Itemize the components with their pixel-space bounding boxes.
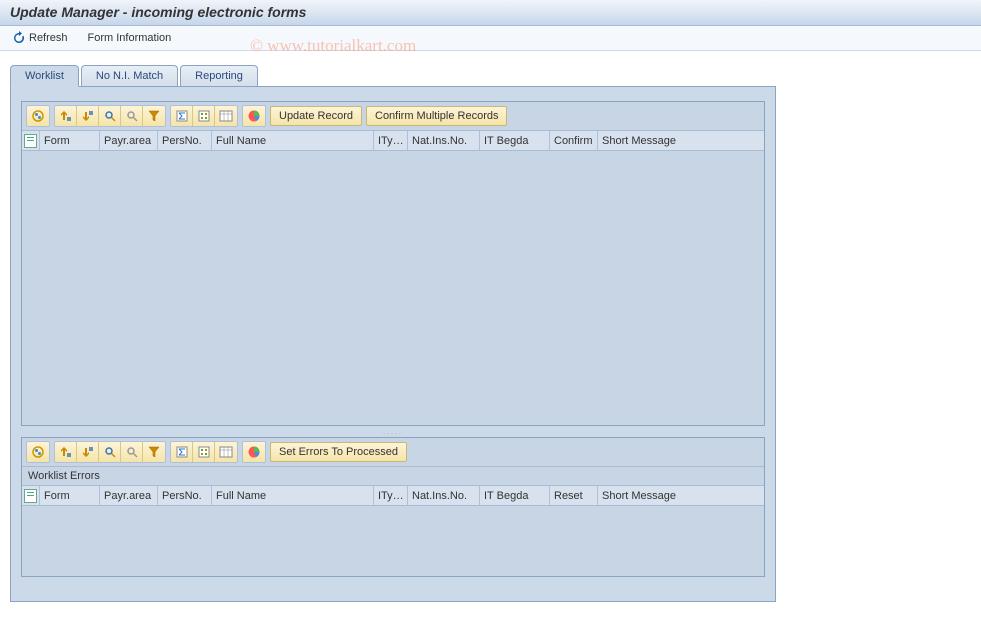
errors-header-row: Form Payr.area PersNo. Full Name ITy… Na…	[22, 486, 764, 506]
col-it-begda[interactable]: IT Begda	[480, 131, 550, 150]
form-info-label: Form Information	[88, 32, 172, 44]
col-nat-ins-no-2[interactable]: Nat.Ins.No.	[408, 486, 480, 505]
layout-icon	[219, 110, 233, 122]
layout-icon	[219, 446, 233, 458]
select-all-cell[interactable]	[22, 131, 40, 150]
subtotal-button[interactable]	[193, 106, 215, 126]
details-icon	[31, 109, 45, 123]
filter-button-2[interactable]	[143, 442, 165, 462]
worklist-grid: Update Record Confirm Multiple Records F…	[21, 101, 765, 426]
sum-icon	[176, 446, 188, 458]
col-pers-no[interactable]: PersNo.	[158, 131, 212, 150]
chart-button[interactable]	[243, 106, 265, 126]
find-next-button[interactable]	[121, 106, 143, 126]
document-icon	[24, 134, 37, 148]
col-reset[interactable]: Reset	[550, 486, 598, 505]
sort-asc-button[interactable]	[55, 106, 77, 126]
tabs: Worklist No N.I. Match Reporting	[10, 65, 971, 86]
title-bar: Update Manager - incoming electronic for…	[0, 0, 981, 26]
sort-asc-icon	[60, 110, 72, 122]
col-payr-area-2[interactable]: Payr.area	[100, 486, 158, 505]
layout-button-2[interactable]	[215, 442, 237, 462]
col-ity[interactable]: ITy…	[374, 131, 408, 150]
find-next-icon	[126, 446, 138, 458]
errors-toolbar: Set Errors To Processed	[22, 438, 764, 467]
total-button-2[interactable]	[171, 442, 193, 462]
sort-asc-icon	[60, 446, 72, 458]
col-form[interactable]: Form	[40, 131, 100, 150]
col-confirm[interactable]: Confirm	[550, 131, 598, 150]
col-full-name[interactable]: Full Name	[212, 131, 374, 150]
col-ity-2[interactable]: ITy…	[374, 486, 408, 505]
select-all-cell-2[interactable]	[22, 486, 40, 505]
chart-button-2[interactable]	[243, 442, 265, 462]
filter-icon	[148, 446, 160, 458]
subtotal-icon	[198, 110, 210, 122]
sum-icon	[176, 110, 188, 122]
refresh-label: Refresh	[29, 32, 68, 44]
menu-bar: Refresh Form Information	[0, 26, 981, 51]
find-button[interactable]	[99, 106, 121, 126]
errors-section-label: Worklist Errors	[22, 467, 764, 486]
tab-content: Update Record Confirm Multiple Records F…	[10, 86, 776, 602]
find-button-2[interactable]	[99, 442, 121, 462]
find-next-button-2[interactable]	[121, 442, 143, 462]
details-icon	[31, 445, 45, 459]
tab-worklist[interactable]: Worklist	[10, 65, 79, 87]
filter-button[interactable]	[143, 106, 165, 126]
tab-no-ni-match[interactable]: No N.I. Match	[81, 65, 178, 86]
confirm-multiple-button[interactable]: Confirm Multiple Records	[366, 106, 507, 126]
col-it-begda-2[interactable]: IT Begda	[480, 486, 550, 505]
update-record-button[interactable]: Update Record	[270, 106, 362, 126]
sort-desc-button-2[interactable]	[77, 442, 99, 462]
col-short-message[interactable]: Short Message	[598, 131, 764, 150]
layout-button[interactable]	[215, 106, 237, 126]
chart-icon	[247, 445, 261, 459]
sort-desc-icon	[82, 110, 94, 122]
col-short-message-2[interactable]: Short Message	[598, 486, 764, 505]
refresh-menu-item[interactable]: Refresh	[8, 29, 72, 47]
errors-grid: Set Errors To Processed Worklist Errors …	[21, 437, 765, 577]
subtotal-button-2[interactable]	[193, 442, 215, 462]
find-icon	[104, 446, 116, 458]
sort-asc-button-2[interactable]	[55, 442, 77, 462]
details-button[interactable]	[27, 106, 49, 126]
col-form-2[interactable]: Form	[40, 486, 100, 505]
refresh-icon	[12, 31, 26, 45]
details-button-2[interactable]	[27, 442, 49, 462]
set-errors-button[interactable]: Set Errors To Processed	[270, 442, 407, 462]
tab-container: Worklist No N.I. Match Reporting	[0, 51, 981, 602]
worklist-header-row: Form Payr.area PersNo. Full Name ITy… Na…	[22, 131, 764, 151]
sort-desc-icon	[82, 446, 94, 458]
subtotal-icon	[198, 446, 210, 458]
document-icon	[24, 489, 37, 503]
total-button[interactable]	[171, 106, 193, 126]
worklist-toolbar: Update Record Confirm Multiple Records	[22, 102, 764, 131]
chart-icon	[247, 109, 261, 123]
page-title: Update Manager - incoming electronic for…	[10, 4, 971, 20]
find-icon	[104, 110, 116, 122]
col-full-name-2[interactable]: Full Name	[212, 486, 374, 505]
find-next-icon	[126, 110, 138, 122]
tab-reporting[interactable]: Reporting	[180, 65, 258, 86]
sort-desc-button[interactable]	[77, 106, 99, 126]
col-payr-area[interactable]: Payr.area	[100, 131, 158, 150]
form-info-menu-item[interactable]: Form Information	[84, 30, 176, 46]
col-nat-ins-no[interactable]: Nat.Ins.No.	[408, 131, 480, 150]
filter-icon	[148, 110, 160, 122]
col-pers-no-2[interactable]: PersNo.	[158, 486, 212, 505]
